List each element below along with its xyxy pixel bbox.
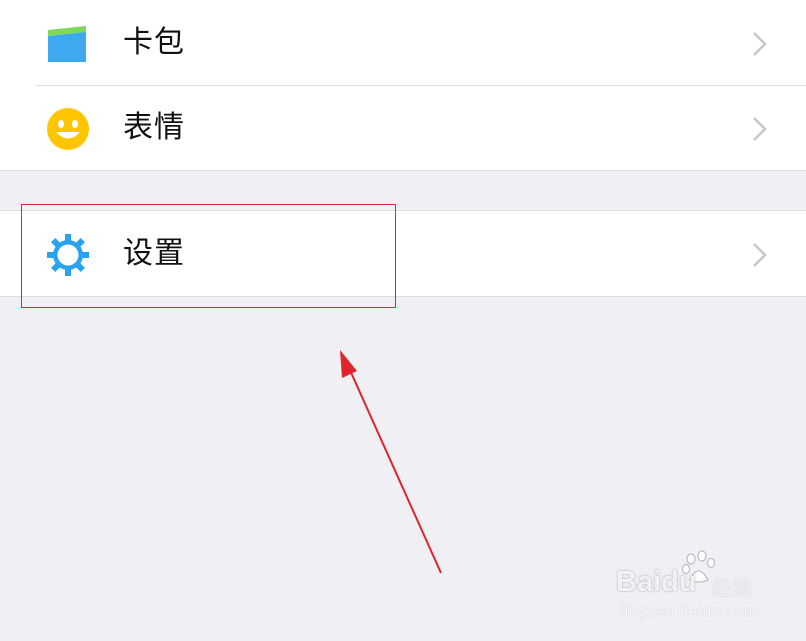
watermark-product: 经验: [712, 576, 752, 600]
menu-item-label: 卡包: [123, 25, 185, 60]
baidu-jingyan-watermark: Baidu 经验 jingyan.baidu.com: [614, 548, 774, 628]
chevron-right-icon: [750, 115, 770, 143]
card-wallet-icon: [46, 22, 90, 66]
smiley-face-icon: [46, 107, 90, 151]
chevron-right-icon: [750, 30, 770, 58]
menu-item-stickers[interactable]: 表情: [0, 85, 806, 170]
annotation-highlight-box: [21, 204, 396, 308]
chevron-right-icon: [750, 241, 770, 269]
watermark-url: jingyan.baidu.com: [620, 604, 758, 620]
menu-group-top: 卡包 表情: [0, 0, 806, 171]
watermark-brand: Baidu: [616, 566, 697, 598]
menu-item-card-wallet[interactable]: 卡包: [0, 0, 806, 86]
settings-menu-screen: 卡包 表情 设置 Baidu 经验 jingyan.baidu.com: [0, 0, 806, 641]
menu-item-label: 表情: [123, 110, 185, 145]
